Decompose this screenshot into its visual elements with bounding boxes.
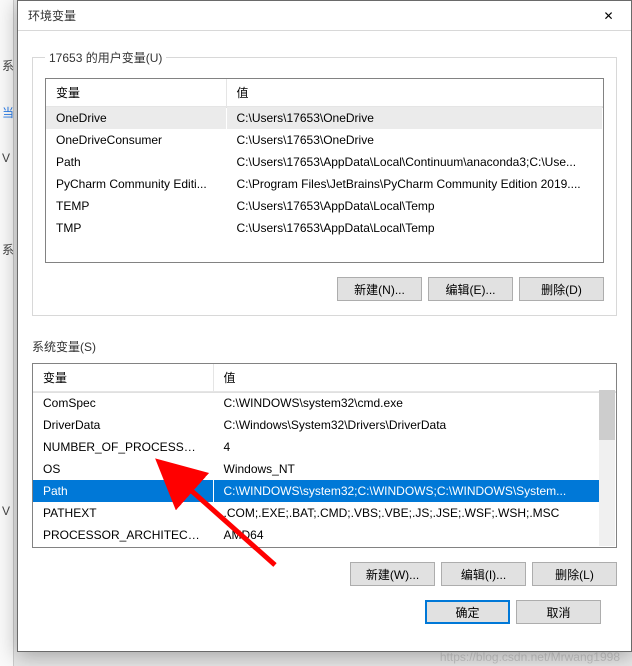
sys-delete-button[interactable]: 删除(L) xyxy=(532,562,617,586)
user-delete-button[interactable]: 删除(D) xyxy=(519,277,604,301)
scroll-thumb[interactable] xyxy=(599,390,615,440)
table-row[interactable]: PROCESSOR_ARCHITECT...AMD64 xyxy=(33,524,616,546)
cell-name: TMP xyxy=(46,217,226,239)
cell-name: OS xyxy=(33,458,213,480)
watermark: https://blog.csdn.net/Mrwang1998 xyxy=(440,650,620,664)
table-row[interactable]: OneDriveConsumerC:\Users\17653\OneDrive xyxy=(46,129,603,151)
cell-value: C:\Users\17653\OneDrive xyxy=(226,107,603,130)
sys-new-button[interactable]: 新建(W)... xyxy=(350,562,435,586)
cell-name: Path xyxy=(46,151,226,173)
cell-name: PROCESSOR_ARCHITECT... xyxy=(33,524,213,546)
cell-name: NUMBER_OF_PROCESSORS xyxy=(33,436,213,458)
cell-value: C:\Windows\System32\Drivers\DriverData xyxy=(213,414,616,436)
table-row[interactable]: PyCharm Community Editi...C:\Program Fil… xyxy=(46,173,603,195)
cell-value: 4 xyxy=(213,436,616,458)
cell-value: C:\Users\17653\AppData\Local\Temp xyxy=(226,217,603,239)
col-header-value[interactable]: 值 xyxy=(213,364,616,392)
cell-name: PyCharm Community Editi... xyxy=(46,173,226,195)
cell-name: TEMP xyxy=(46,195,226,217)
table-row[interactable]: OSWindows_NT xyxy=(33,458,616,480)
main-buttons: 确定 取消 xyxy=(32,586,617,624)
cell-value: C:\WINDOWS\system32\cmd.exe xyxy=(213,392,616,415)
env-vars-dialog: 环境变量 ✕ 17653 的用户变量(U) 变量 值 OneDriveC:\Us… xyxy=(17,0,632,652)
cell-value: C:\Users\17653\AppData\Local\Continuum\a… xyxy=(226,151,603,173)
close-icon: ✕ xyxy=(603,9,613,23)
cell-name: Path xyxy=(33,480,213,502)
table-row[interactable]: TEMPC:\Users\17653\AppData\Local\Temp xyxy=(46,195,603,217)
cell-value: C:\WINDOWS\system32;C:\WINDOWS;C:\WINDOW… xyxy=(213,480,616,502)
table-row[interactable]: OneDriveC:\Users\17653\OneDrive xyxy=(46,107,603,130)
user-vars-group: 17653 的用户变量(U) 变量 值 OneDriveC:\Users\176… xyxy=(32,49,617,316)
cell-name: PATHEXT xyxy=(33,502,213,524)
sys-vars-table: 变量 值 ComSpecC:\WINDOWS\system32\cmd.exeD… xyxy=(33,364,616,546)
table-row[interactable]: PathC:\Users\17653\AppData\Local\Continu… xyxy=(46,151,603,173)
sys-vars-legend: 系统变量(S) xyxy=(32,338,617,355)
sys-scrollbar[interactable] xyxy=(599,390,615,546)
sys-vars-table-wrap[interactable]: 变量 值 ComSpecC:\WINDOWS\system32\cmd.exeD… xyxy=(32,363,617,548)
user-vars-table-wrap[interactable]: 变量 值 OneDriveC:\Users\17653\OneDriveOneD… xyxy=(45,78,604,263)
dialog-content: 17653 的用户变量(U) 变量 值 OneDriveC:\Users\176… xyxy=(18,31,631,638)
close-button[interactable]: ✕ xyxy=(586,1,631,31)
sys-edit-button[interactable]: 编辑(I)... xyxy=(441,562,526,586)
cell-name: OneDriveConsumer xyxy=(46,129,226,151)
user-vars-table: 变量 值 OneDriveC:\Users\17653\OneDriveOneD… xyxy=(46,79,603,239)
ok-button[interactable]: 确定 xyxy=(425,600,510,624)
cell-value: Windows_NT xyxy=(213,458,616,480)
col-header-name[interactable]: 变量 xyxy=(46,79,226,107)
table-row[interactable]: ComSpecC:\WINDOWS\system32\cmd.exe xyxy=(33,392,616,415)
user-edit-button[interactable]: 编辑(E)... xyxy=(428,277,513,301)
cell-value: AMD64 xyxy=(213,524,616,546)
cell-name: ComSpec xyxy=(33,392,213,415)
table-row[interactable]: PathC:\WINDOWS\system32;C:\WINDOWS;C:\WI… xyxy=(33,480,616,502)
user-vars-legend: 17653 的用户变量(U) xyxy=(45,49,166,66)
cell-name: OneDrive xyxy=(46,107,226,130)
table-row[interactable]: TMPC:\Users\17653\AppData\Local\Temp xyxy=(46,217,603,239)
col-header-value[interactable]: 值 xyxy=(226,79,603,107)
user-vars-buttons: 新建(N)... 编辑(E)... 删除(D) xyxy=(45,277,604,301)
col-header-name[interactable]: 变量 xyxy=(33,364,213,392)
sys-vars-buttons: 新建(W)... 编辑(I)... 删除(L) xyxy=(32,562,617,586)
dialog-title: 环境变量 xyxy=(28,7,76,24)
table-row[interactable]: DriverDataC:\Windows\System32\Drivers\Dr… xyxy=(33,414,616,436)
background-window-strip: 系 当 V 系 V xyxy=(0,0,14,666)
cell-value: C:\Program Files\JetBrains\PyCharm Commu… xyxy=(226,173,603,195)
user-new-button[interactable]: 新建(N)... xyxy=(337,277,422,301)
table-row[interactable]: PATHEXT.COM;.EXE;.BAT;.CMD;.VBS;.VBE;.JS… xyxy=(33,502,616,524)
titlebar: 环境变量 ✕ xyxy=(18,1,631,31)
cell-value: .COM;.EXE;.BAT;.CMD;.VBS;.VBE;.JS;.JSE;.… xyxy=(213,502,616,524)
cell-value: C:\Users\17653\OneDrive xyxy=(226,129,603,151)
cancel-button[interactable]: 取消 xyxy=(516,600,601,624)
table-row[interactable]: NUMBER_OF_PROCESSORS4 xyxy=(33,436,616,458)
cell-name: DriverData xyxy=(33,414,213,436)
cell-value: C:\Users\17653\AppData\Local\Temp xyxy=(226,195,603,217)
